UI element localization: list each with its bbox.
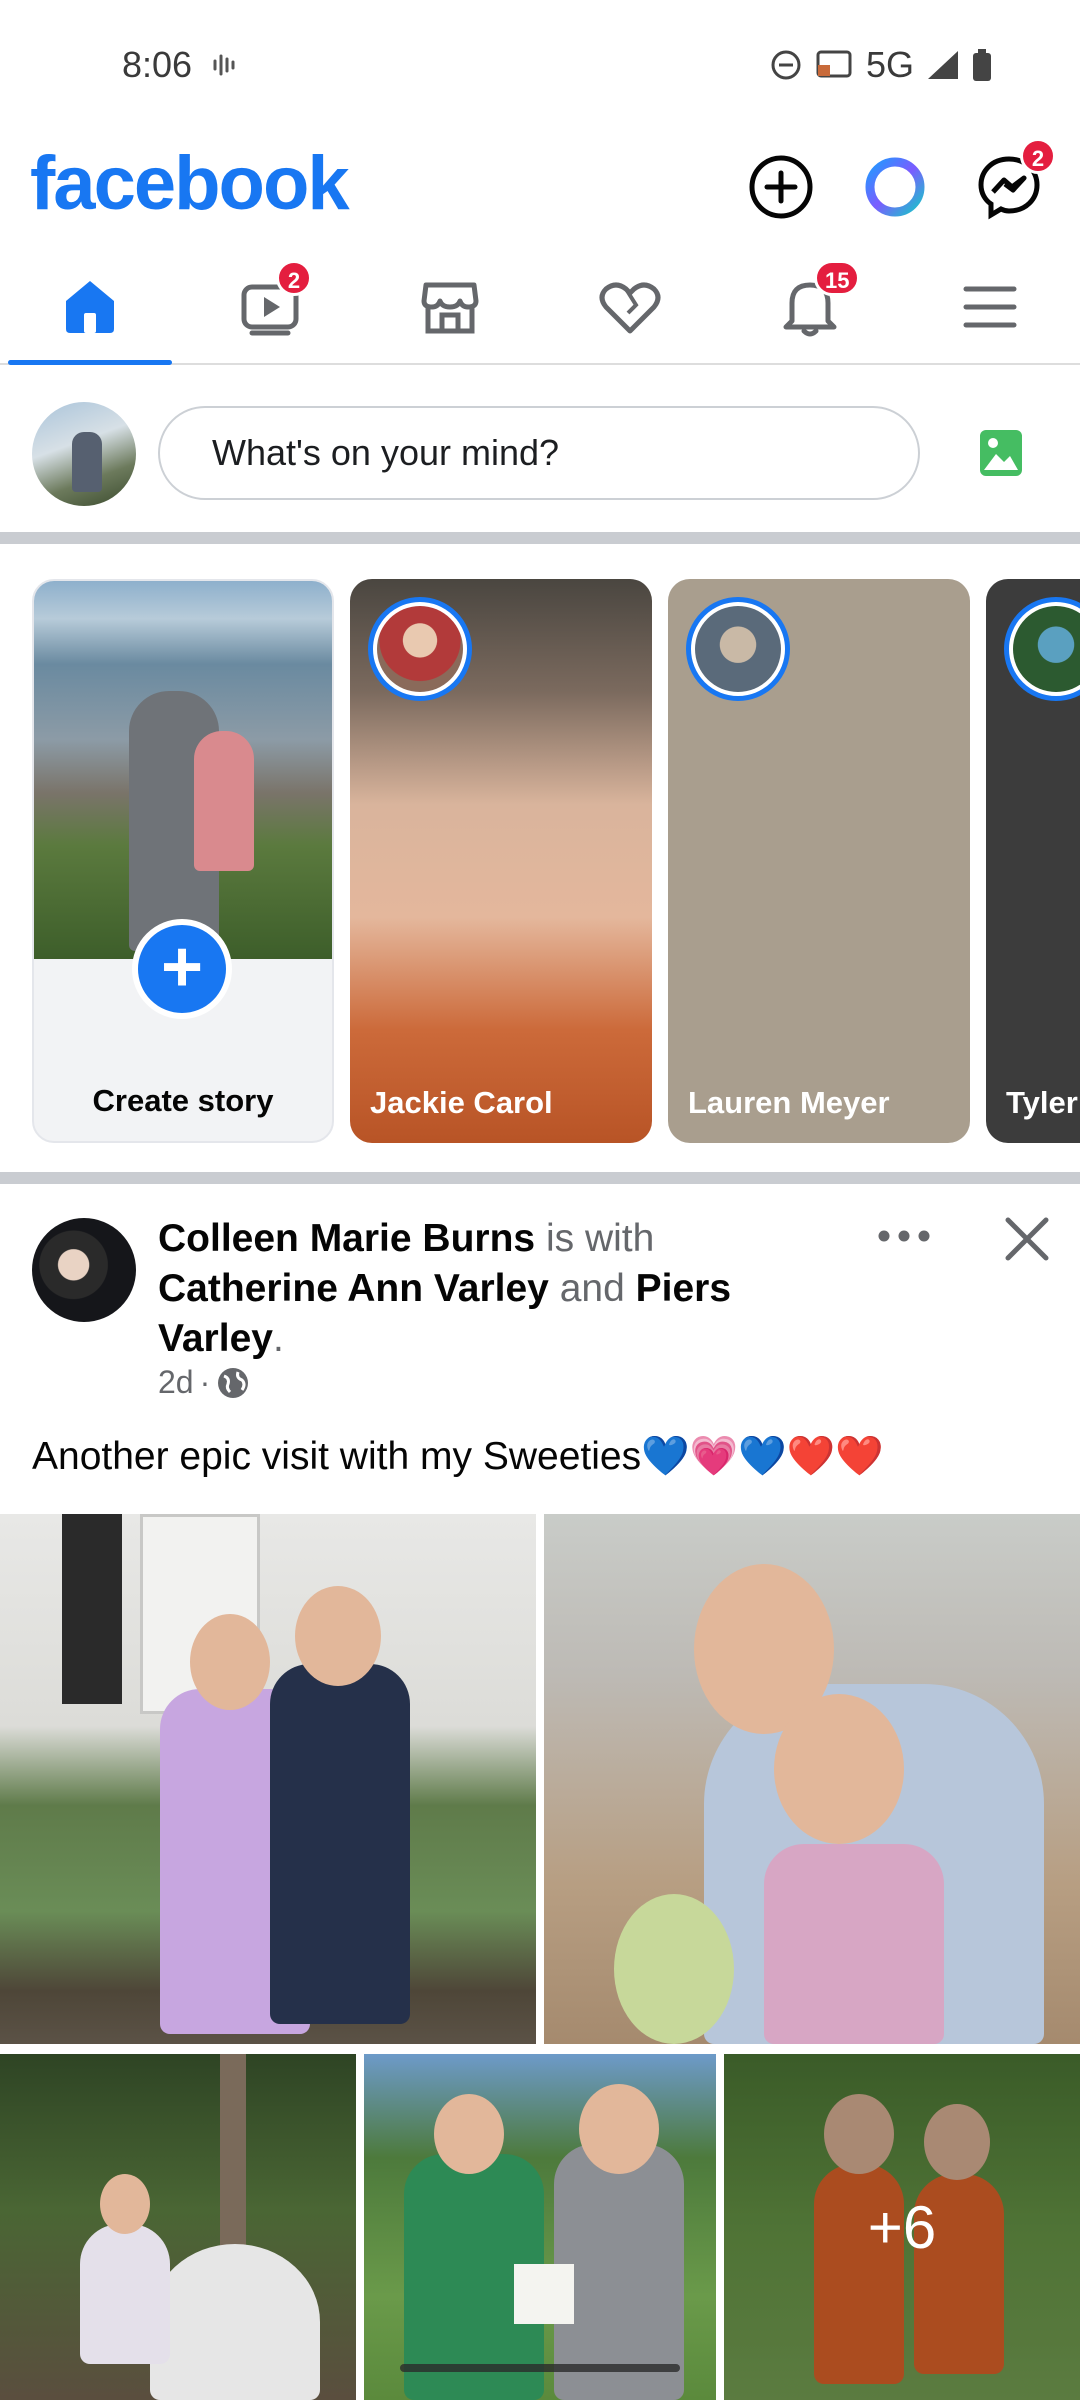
meta-separator: · [199, 1364, 211, 1400]
gesture-bar[interactable] [400, 2364, 680, 2372]
story-name: Create story [92, 1083, 274, 1118]
tagged-user[interactable]: Catherine Ann Varley [158, 1267, 549, 1310]
story-name: Lauren Meyer [688, 1085, 890, 1120]
stories-tray: + Create story Jackie Carol Lauren Meyer… [0, 565, 1080, 1155]
globe-icon [218, 1367, 249, 1398]
post-photo[interactable]: +6 [724, 2054, 1080, 2400]
nav-tabs: 2 15 [0, 250, 1080, 365]
whats-on-your-mind-input[interactable]: What's on your mind? [158, 406, 920, 500]
story-avatar [686, 597, 790, 701]
battery-icon [973, 49, 991, 81]
story-avatar [368, 597, 472, 701]
signal-icon [928, 51, 958, 79]
do-not-disturb-icon [771, 50, 801, 80]
period: . [272, 1317, 284, 1360]
tab-notifications[interactable]: 15 [720, 250, 900, 363]
tab-dating[interactable] [540, 250, 720, 363]
post-photo[interactable] [544, 1514, 1080, 2044]
more-options-icon[interactable] [872, 1216, 936, 1256]
story-name: Jackie Carol [370, 1085, 553, 1120]
tab-marketplace[interactable] [360, 250, 540, 363]
post-photo[interactable] [364, 2054, 716, 2400]
video-badge: 2 [276, 260, 312, 296]
story-card[interactable]: Jackie Carol [350, 579, 652, 1143]
heart-icon [599, 282, 661, 333]
and-text: and [559, 1267, 625, 1310]
messenger-badge: 2 [1020, 138, 1056, 174]
tab-video[interactable]: 2 [180, 250, 360, 363]
post-photo[interactable] [0, 2054, 356, 2400]
post-composer: What's on your mind? [0, 380, 1080, 520]
story-card[interactable]: Lauren Meyer [668, 579, 970, 1143]
story-card[interactable]: Tyler [986, 579, 1080, 1143]
close-icon[interactable] [1000, 1212, 1054, 1266]
tab-menu[interactable] [900, 250, 1080, 363]
notifications-badge: 15 [814, 260, 861, 296]
cast-icon [816, 50, 852, 78]
facebook-logo[interactable]: facebook [30, 140, 350, 227]
more-photos-count[interactable]: +6 [724, 2054, 1080, 2400]
post-meta: 2d · [158, 1364, 250, 1401]
meta-ai-button[interactable] [862, 154, 928, 220]
with-text: is with [545, 1217, 655, 1260]
marketplace-icon [421, 282, 479, 333]
divider [0, 1172, 1080, 1184]
add-story-plus-icon: + [132, 919, 232, 1019]
app-header: facebook 2 [0, 138, 1080, 240]
post-photo[interactable] [0, 1514, 536, 2044]
audio-wave-icon [213, 54, 235, 76]
status-bar: 8:06 5G [0, 0, 1080, 130]
network-label: 5G [865, 44, 914, 85]
post-header: Colleen Marie Burns is with Catherine An… [158, 1214, 758, 1364]
my-avatar[interactable] [32, 402, 136, 506]
create-story-card[interactable]: + Create story [32, 579, 334, 1143]
post-time[interactable]: 2d [158, 1364, 194, 1401]
home-icon [66, 280, 114, 333]
story-avatar [1004, 597, 1080, 701]
post-text: Another epic visit with my Sweeties💙💗💙❤️… [32, 1435, 884, 1478]
divider [0, 532, 1080, 544]
story-name: Tyler [1006, 1085, 1078, 1120]
author-name[interactable]: Colleen Marie Burns [158, 1217, 535, 1260]
hamburger-menu-icon [963, 286, 1017, 327]
author-avatar[interactable] [32, 1218, 136, 1322]
photo-icon[interactable] [978, 428, 1024, 478]
tab-home[interactable] [0, 250, 180, 365]
status-time: 8:06 [122, 44, 193, 85]
create-post-button[interactable] [748, 154, 814, 220]
story-photo [34, 581, 332, 959]
messenger-button[interactable]: 2 [976, 138, 1056, 220]
